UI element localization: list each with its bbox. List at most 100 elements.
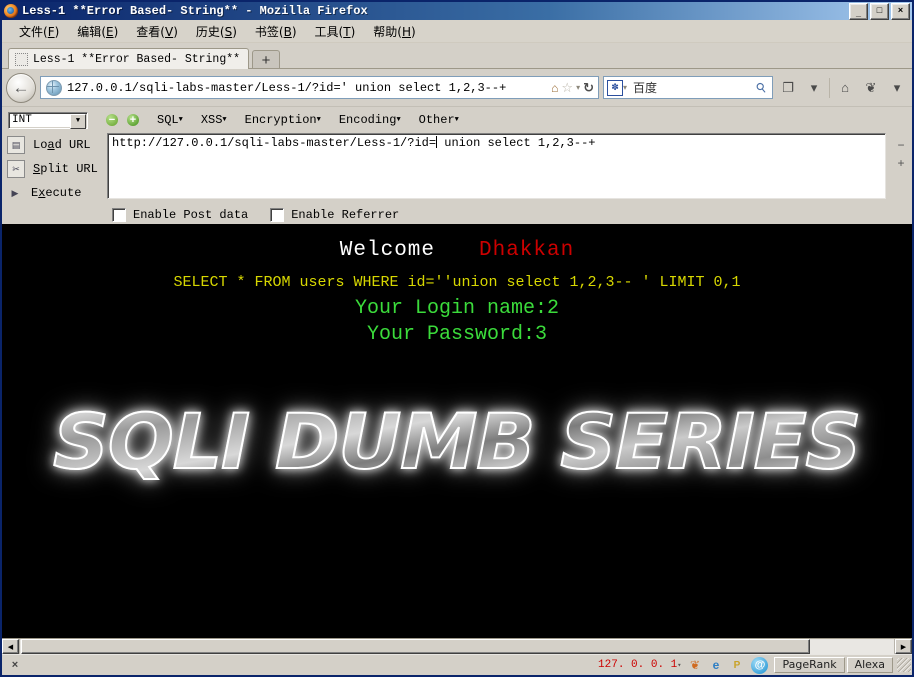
hackbar-action-buttons: ▤ Load URL ✂ Split URL ▶ Execute	[2, 133, 107, 205]
chevron-down-icon[interactable]: ▾	[576, 83, 580, 92]
navigation-toolbar: ← 127.0.0.1/sqli-labs-master/Less-1/?id=…	[2, 69, 912, 106]
chevron-down-icon: ▼	[454, 115, 459, 124]
type-select[interactable]: INT ▼	[8, 111, 88, 129]
menu-sql[interactable]: SQL▼	[157, 113, 183, 127]
server-ip-indicator[interactable]: 127. 0. 0. 1▾	[598, 659, 681, 671]
menu-xss-label: XSS	[200, 113, 223, 127]
menu-encoding-label: Encoding	[338, 113, 397, 127]
welcome-line: Welcome Dhakkan	[2, 239, 912, 262]
enable-post-data-label: Enable Post data	[133, 207, 249, 222]
menu-item-history[interactable]: 历史(S)	[187, 21, 246, 42]
maximize-button[interactable]: □	[870, 2, 889, 20]
remove-row-button[interactable]: −	[106, 114, 118, 126]
menu-bar: 文件(F) 编辑(E) 查看(V) 历史(S) 书签(B) 工具(T) 帮助(H…	[2, 20, 912, 43]
checkbox-icon	[112, 207, 126, 222]
menu-item-tools[interactable]: 工具(T)	[306, 21, 365, 42]
load-url-label: Load URL	[33, 138, 91, 152]
home-icon[interactable]: ⌂	[834, 80, 856, 95]
textarea-resize-controls: − +	[890, 133, 912, 205]
scroll-right-button[interactable]: ▶	[895, 639, 912, 654]
add-row-button[interactable]: +	[127, 114, 139, 126]
pagerank-button[interactable]: PageRank	[774, 657, 845, 673]
baidu-paw-icon: ✽	[607, 79, 623, 96]
addon-icon[interactable]: ❦	[860, 80, 882, 96]
welcome-name: Dhakkan	[479, 239, 575, 262]
search-engine-label: 百度	[633, 81, 658, 95]
menu-encoding[interactable]: Encoding▼	[339, 113, 401, 127]
scissors-icon: ✂	[7, 160, 25, 178]
password-line: Your Password:3	[366, 323, 548, 346]
menu-label-tools: 工具	[314, 24, 339, 39]
close-button[interactable]: ×	[891, 2, 910, 20]
browser-tab[interactable]: Less-1 **Error Based- String**	[8, 48, 250, 69]
minimize-button[interactable]: _	[849, 2, 868, 20]
menu-item-view[interactable]: 查看(V)	[127, 21, 187, 42]
split-url-button[interactable]: ✂ Split URL	[7, 157, 107, 181]
load-url-icon: ▤	[7, 136, 25, 154]
chevron-down-icon: ▼	[178, 115, 183, 124]
address-bar-icons: ⌂ ☆ ▾ ↻	[551, 80, 596, 96]
sqli-dumb-series-logo-wrap: SQLI DUMB SERIES	[2, 403, 912, 481]
execute-button[interactable]: ▶ Execute	[7, 181, 107, 205]
load-url-button[interactable]: ▤ Load URL	[7, 133, 107, 157]
tab-bar: Less-1 **Error Based- String** +	[2, 43, 912, 69]
back-button[interactable]: ←	[6, 72, 36, 103]
title-bar: Less-1 **Error Based- String** - Mozilla…	[2, 2, 912, 20]
close-icon: ×	[897, 4, 904, 15]
sql-query-line: SELECT * FROM users WHERE id=''union sel…	[173, 274, 741, 291]
scrollbar-track[interactable]	[19, 639, 895, 654]
url-textarea[interactable]: http://127.0.0.1/sqli-labs-master/Less-1…	[107, 133, 886, 199]
welcome-text: Welcome	[339, 239, 435, 262]
at-icon[interactable]: @	[751, 656, 769, 674]
maximize-icon: □	[876, 4, 883, 15]
resize-grip-icon[interactable]	[897, 658, 911, 672]
reader-chevron-down-icon[interactable]: ▾	[803, 80, 825, 96]
tab-favicon-icon	[15, 52, 28, 66]
firefox-addon-icon[interactable]: ❦	[684, 658, 705, 672]
menu-item-file[interactable]: 文件(F)	[10, 21, 68, 42]
enable-post-data-checkbox[interactable]: Enable Post data	[112, 207, 249, 222]
menu-sql-label: SQL	[157, 113, 179, 127]
minimize-icon: _	[855, 7, 861, 18]
status-close-button[interactable]: ×	[7, 659, 23, 671]
type-select-value: INT	[12, 114, 32, 126]
tab-title: Less-1 **Error Based- String**	[33, 52, 241, 66]
menu-acc-help: H	[401, 24, 411, 39]
menu-item-bookmarks[interactable]: 书签(B)	[246, 21, 306, 42]
chevron-down-icon: ▼	[222, 115, 227, 124]
window-title: Less-1 **Error Based- String** - Mozilla…	[22, 4, 368, 18]
menu-xss[interactable]: XSS▼	[201, 113, 227, 127]
menu-encryption[interactable]: Encryption▼	[245, 113, 321, 127]
menu-item-help[interactable]: 帮助(H)	[364, 21, 424, 42]
chevron-down-icon: ▼	[70, 113, 86, 129]
search-bar[interactable]: ✽ ▾ 百度 ⚲	[603, 76, 773, 99]
login-name-line: Your Login name:2	[354, 297, 560, 320]
alexa-button[interactable]: Alexa	[846, 657, 893, 673]
shrink-textarea-button[interactable]: −	[897, 139, 904, 151]
address-bar[interactable]: 127.0.0.1/sqli-labs-master/Less-1/?id=' …	[40, 76, 599, 99]
menu-item-edit[interactable]: 编辑(E)	[68, 21, 127, 42]
enable-referrer-checkbox[interactable]: Enable Referrer	[270, 207, 399, 222]
execute-label: Execute	[31, 186, 82, 200]
menu-label-bookmarks: 书签	[254, 24, 279, 39]
pagerank-dot-icon[interactable]: P	[726, 660, 747, 671]
reader-mode-icon[interactable]: ❐	[777, 80, 799, 96]
home-page-icon[interactable]: ⌂	[551, 81, 558, 95]
scroll-left-button[interactable]: ◀	[2, 639, 19, 654]
menu-acc-file: F	[47, 24, 55, 39]
scrollbar-thumb[interactable]	[21, 639, 810, 654]
plus-icon: +	[261, 51, 271, 69]
bookmark-star-icon[interactable]: ☆	[561, 80, 573, 96]
reload-icon[interactable]: ↻	[583, 80, 594, 96]
firefox-logo-icon	[4, 4, 18, 18]
menu-other[interactable]: Other▼	[419, 113, 459, 127]
grow-textarea-button[interactable]: +	[897, 157, 904, 169]
new-tab-button[interactable]: +	[252, 50, 281, 69]
overflow-chevron-down-icon[interactable]: ▾	[886, 80, 908, 96]
horizontal-scrollbar[interactable]: ◀ ▶	[2, 638, 912, 654]
globe-icon	[46, 79, 62, 96]
menu-acc-history: S	[224, 24, 233, 39]
ie-tab-icon[interactable]: e	[705, 658, 726, 672]
menu-acc-view: V	[164, 24, 174, 39]
page-viewport: Welcome Dhakkan SELECT * FROM users WHERE…	[2, 224, 912, 654]
